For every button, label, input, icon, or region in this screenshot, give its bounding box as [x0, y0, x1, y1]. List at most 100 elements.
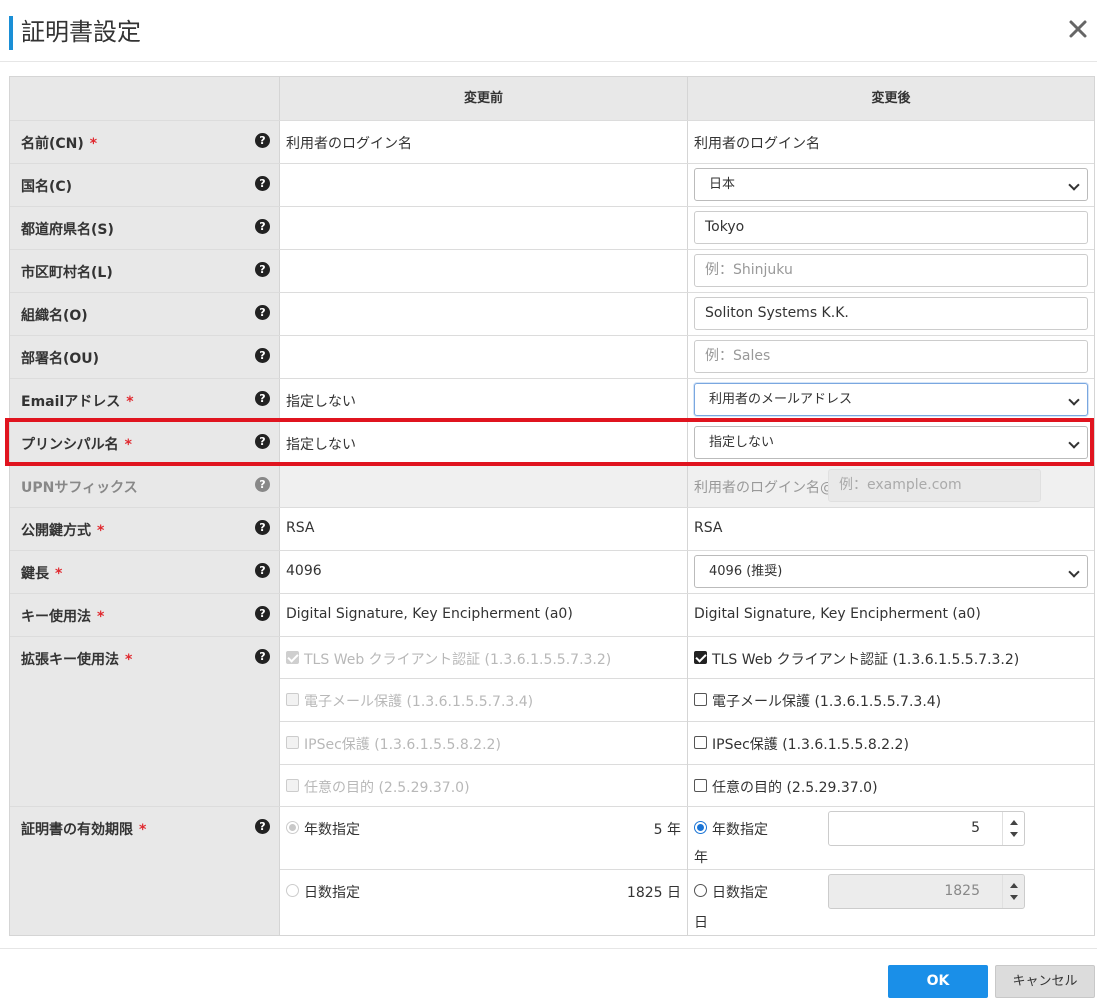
eku-any-after-label[interactable]: 任意の目的 (2.5.29.37.0)	[712, 777, 878, 797]
eku-email-after-label[interactable]: 電子メール保護 (1.3.6.1.5.5.7.3.4)	[712, 691, 941, 711]
required-mark: *	[139, 822, 147, 838]
years-after-label[interactable]: 年数指定	[712, 819, 768, 839]
eku-tls-after-label[interactable]: TLS Web クライアント認証 (1.3.6.1.5.5.7.3.2)	[712, 649, 1019, 669]
required-mark: *	[55, 566, 63, 582]
row-label-email: Emailアドレス	[21, 394, 121, 410]
dialog-footer: OK キャンセル	[0, 948, 1097, 1006]
eku-tls-before-label: TLS Web クライアント認証 (1.3.6.1.5.5.7.3.2)	[304, 652, 612, 668]
organization-input[interactable]: Soliton Systems K.K.	[694, 297, 1088, 330]
years-before-radio	[286, 821, 299, 834]
help-icon[interactable]: ?	[255, 520, 270, 535]
keylen-before-value: 4096	[286, 563, 322, 579]
table-row: 部署名(OU) ? 例：Sales	[10, 336, 1094, 379]
years-input[interactable]: 5	[828, 811, 1025, 846]
days-after-radio[interactable]	[694, 884, 707, 897]
required-mark: *	[97, 609, 105, 625]
table-row: 国名(C) ? 日本	[10, 164, 1094, 207]
eku-any-after-checkbox[interactable]	[694, 779, 707, 792]
table-row: 名前(CN) * ? 利用者のログイン名 利用者のログイン名	[10, 121, 1094, 164]
help-icon[interactable]: ?	[255, 563, 270, 578]
row-label-ou: 部署名(OU)	[21, 351, 100, 367]
row-label-c: 国名(C)	[21, 179, 73, 195]
row-label-l: 市区町村名(L)	[21, 265, 113, 281]
title-accent-bar	[9, 16, 13, 50]
help-icon[interactable]: ?	[255, 434, 270, 449]
days-before-value: 1825 日	[626, 885, 681, 901]
eku-ipsec-after-label[interactable]: IPSec保護 (1.3.6.1.5.5.8.2.2)	[712, 734, 909, 754]
keylen-select[interactable]: 4096 (推奨)	[694, 555, 1088, 588]
cancel-button[interactable]: キャンセル	[995, 965, 1095, 998]
table-row: プリンシパル名 * ? 指定しない 指定しない	[10, 422, 1094, 465]
eku-any-before-label: 任意の目的 (2.5.29.37.0)	[304, 780, 470, 796]
principal-select[interactable]: 指定しない	[694, 426, 1088, 459]
help-icon[interactable]: ?	[255, 819, 270, 834]
days-spinner[interactable]	[1002, 875, 1024, 908]
day-unit-label: 日	[694, 915, 708, 931]
help-icon[interactable]: ?	[255, 176, 270, 191]
eku-email-before-label: 電子メール保護 (1.3.6.1.5.5.7.3.4)	[304, 694, 534, 710]
country-select[interactable]: 日本	[694, 168, 1088, 201]
eku-ipsec-after-checkbox[interactable]	[694, 736, 707, 749]
locality-input[interactable]: 例：Shinjuku	[694, 254, 1088, 287]
cn-after-value: 利用者のログイン名	[694, 136, 820, 152]
chevron-down-icon	[1068, 394, 1080, 406]
help-icon[interactable]: ?	[255, 133, 270, 148]
row-label-cn: 名前(CN)	[21, 136, 84, 152]
row-label-s: 都道府県名(S)	[21, 222, 114, 238]
upn-prefix: 利用者のログイン名@	[694, 480, 834, 496]
row-label-validity: 証明書の有効期限	[21, 822, 133, 838]
years-after-radio[interactable]	[694, 821, 707, 834]
help-icon[interactable]: ?	[255, 477, 270, 492]
chevron-down-icon	[1068, 437, 1080, 449]
eku-any-before-checkbox	[286, 779, 299, 792]
year-unit-label: 年	[694, 850, 708, 866]
help-icon[interactable]: ?	[255, 219, 270, 234]
required-mark: *	[97, 523, 105, 539]
table-row: 市区町村名(L) ? 例：Shinjuku	[10, 250, 1094, 293]
chevron-down-icon	[1068, 566, 1080, 578]
keytype-after-value: RSA	[694, 520, 723, 536]
help-icon[interactable]: ?	[255, 606, 270, 621]
table-row: UPNサフィックス ? 利用者のログイン名@ 例：example.com	[10, 465, 1094, 508]
certificate-settings-table: 変更前 変更後 名前(CN) * ? 利用者のログイン名 利用者のログイン名 国名…	[9, 76, 1095, 936]
row-label-upn: UPNサフィックス	[21, 480, 138, 496]
required-mark: *	[125, 652, 133, 668]
help-icon[interactable]: ?	[255, 649, 270, 664]
eku-tls-after-checkbox[interactable]	[694, 651, 707, 664]
spin-down-icon[interactable]	[1010, 832, 1018, 837]
dialog-title: 証明書設定	[21, 18, 141, 46]
years-before-value: 5 年	[653, 822, 681, 838]
spin-down-icon[interactable]	[1010, 895, 1018, 900]
days-input[interactable]: 1825	[828, 874, 1025, 909]
help-icon[interactable]: ?	[255, 391, 270, 406]
help-icon[interactable]: ?	[255, 305, 270, 320]
ok-button[interactable]: OK	[888, 965, 988, 998]
close-icon[interactable]	[1065, 16, 1091, 42]
eku-ipsec-before-label: IPSec保護 (1.3.6.1.5.5.8.2.2)	[304, 737, 501, 753]
days-before-label: 日数指定	[304, 885, 360, 901]
upn-suffix-input[interactable]: 例：example.com	[828, 469, 1041, 502]
keyusage-before-value: Digital Signature, Key Encipherment (a0)	[286, 606, 573, 622]
email-select[interactable]: 利用者のメールアドレス	[694, 383, 1088, 416]
dialog-header: 証明書設定	[0, 0, 1097, 62]
eku-email-before-checkbox	[286, 693, 299, 706]
eku-email-after-checkbox[interactable]	[694, 693, 707, 706]
spin-up-icon[interactable]	[1010, 820, 1018, 825]
required-mark: *	[126, 394, 134, 410]
table-row: 都道府県名(S) ? Tokyo	[10, 207, 1094, 250]
help-icon[interactable]: ?	[255, 262, 270, 277]
help-icon[interactable]: ?	[255, 348, 270, 363]
department-input[interactable]: 例：Sales	[694, 340, 1088, 373]
state-input[interactable]: Tokyo	[694, 211, 1088, 244]
years-spinner[interactable]	[1002, 812, 1024, 845]
days-before-radio	[286, 884, 299, 897]
spin-up-icon[interactable]	[1010, 883, 1018, 888]
days-after-label[interactable]: 日数指定	[712, 882, 768, 902]
cn-before-value: 利用者のログイン名	[286, 136, 412, 152]
eku-ipsec-before-checkbox	[286, 736, 299, 749]
column-header-before: 変更前	[280, 77, 688, 120]
keytype-before-value: RSA	[286, 520, 315, 536]
row-label-o: 組織名(O)	[21, 308, 88, 324]
table-row: 拡張キー使用法 * ? TLS Web クライアント認証 (1.3.6.1.5.5…	[10, 637, 1094, 807]
table-row: キー使用法 * ? Digital Signature, Key Encipher…	[10, 594, 1094, 637]
